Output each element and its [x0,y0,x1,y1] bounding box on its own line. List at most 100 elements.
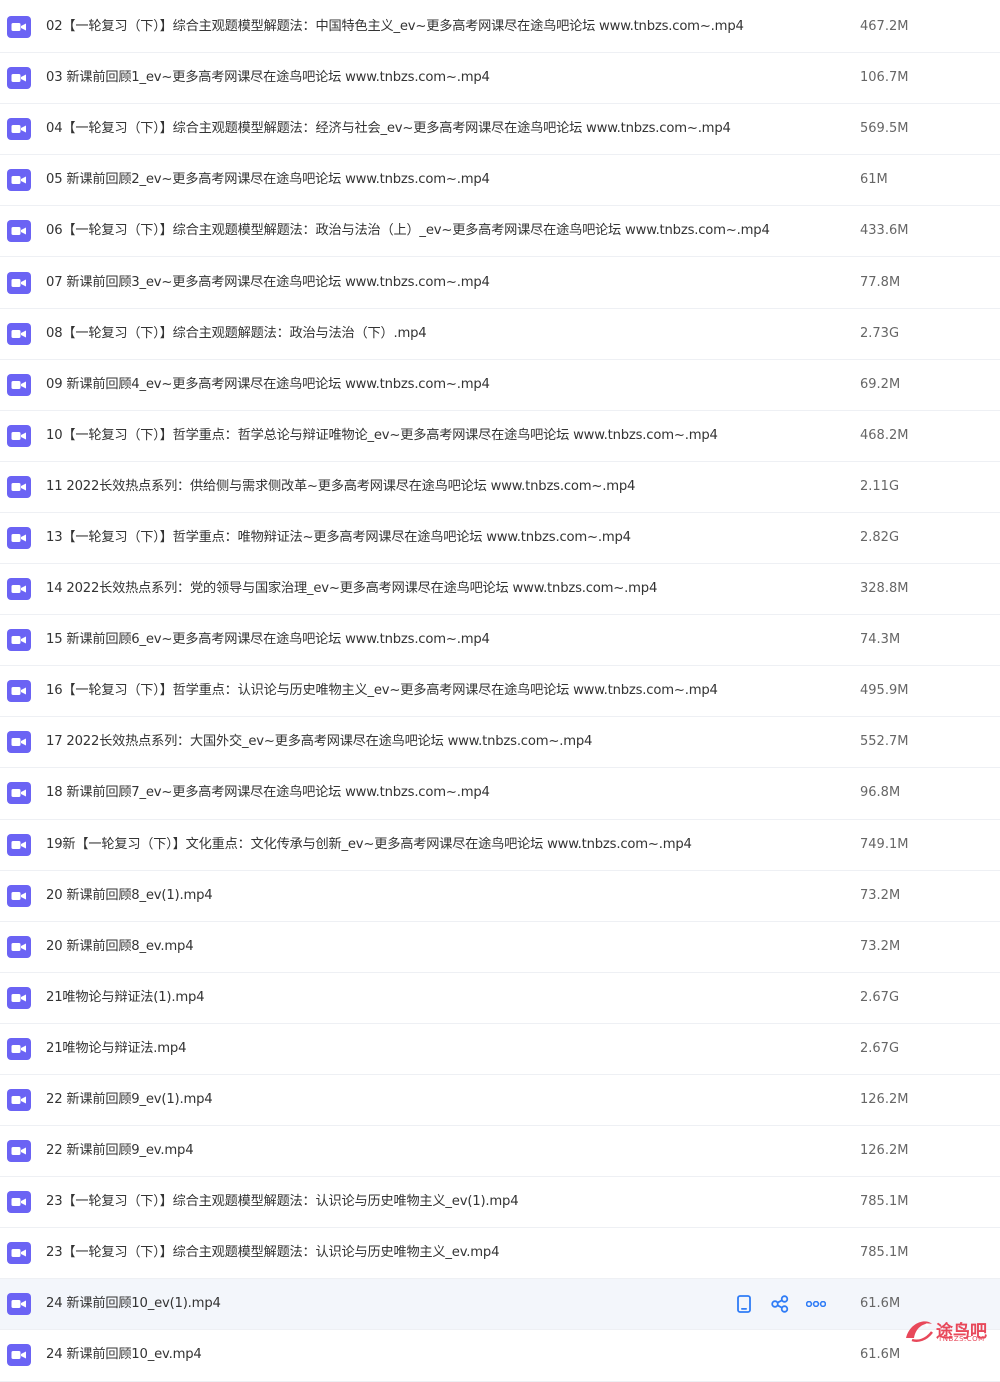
file-size: 96.8M [860,785,901,801]
file-name[interactable]: 13【一轮复习（下）】哲学重点：唯物辩证法~更多高考网课尽在途鸟吧论坛 www.… [46,530,631,546]
video-file-icon [7,833,31,856]
video-file-icon [7,475,31,498]
file-row[interactable]: 15 新课前回顾6_ev~更多高考网课尽在途鸟吧论坛 www.tnbzs.com… [0,615,1000,667]
file-size: 106.7M [860,70,909,86]
file-name[interactable]: 08【一轮复习（下）】综合主观题解题法：政治与法治（下）.mp4 [46,326,427,342]
file-size: 569.5M [860,121,909,137]
file-row[interactable]: 24 新课前回顾10_ev.mp4 61.6M [0,1330,1000,1382]
file-row[interactable]: 22 新课前回顾9_ev(1).mp4 126.2M [0,1074,1000,1127]
file-row[interactable]: 03 新课前回顾1_ev~更多高考网课尽在途鸟吧论坛 www.tnbzs.com… [0,53,1000,105]
more-icon[interactable] [805,1294,827,1314]
file-name[interactable]: 11 2022长效热点系列：供给侧与需求侧改革~更多高考网课尽在途鸟吧论坛 ww… [46,479,635,495]
file-name[interactable]: 23【一轮复习（下）】综合主观题模型解题法：认识论与历史唯物主义_ev.mp4 [46,1245,499,1261]
file-name[interactable]: 06【一轮复习（下）】综合主观题模型解题法：政治与法治（上）_ev~更多高考网课… [46,223,770,239]
file-size: 785.1M [860,1245,909,1261]
file-row[interactable]: 20 新课前回顾8_ev(1).mp4 73.2M [0,870,1000,922]
file-list: 02【一轮复习（下）】综合主观题模型解题法：中国特色主义_ev~更多高考网课尽在… [0,2,1000,1382]
video-file-icon [7,16,31,39]
file-row[interactable]: 20 新课前回顾8_ev.mp4 73.2M [0,921,1000,973]
file-name[interactable]: 07 新课前回顾3_ev~更多高考网课尽在途鸟吧论坛 www.tnbzs.com… [46,275,490,291]
file-size: 77.8M [860,274,901,290]
file-size: 433.6M [860,223,909,239]
file-row[interactable]: 23【一轮复习（下）】综合主观题模型解题法：认识论与历史唯物主义_ev(1).m… [0,1177,1000,1229]
file-row[interactable]: 06【一轮复习（下）】综合主观题模型解题法：政治与法治（上）_ev~更多高考网课… [0,206,1000,258]
file-name[interactable]: 05 新课前回顾2_ev~更多高考网课尽在途鸟吧论坛 www.tnbzs.com… [46,172,490,188]
file-name[interactable]: 22 新课前回顾9_ev(1).mp4 [46,1092,213,1108]
file-row[interactable]: 21唯物论与辩证法.mp4 2.67G [0,1023,1000,1075]
file-name[interactable]: 15 新课前回顾6_ev~更多高考网课尽在途鸟吧论坛 www.tnbzs.com… [46,632,490,648]
file-size: 126.2M [860,1092,909,1108]
file-name[interactable]: 04【一轮复习（下）】综合主观题模型解题法：经济与社会_ev~更多高考网课尽在途… [46,121,731,137]
file-name[interactable]: 20 新课前回顾8_ev.mp4 [46,939,194,955]
file-name[interactable]: 21唯物论与辩证法.mp4 [46,1041,186,1057]
file-size: 73.2M [860,938,901,954]
video-file-icon [7,680,31,703]
file-name[interactable]: 20 新课前回顾8_ev(1).mp4 [46,888,213,904]
file-row[interactable]: 11 2022长效热点系列：供给侧与需求侧改革~更多高考网课尽在途鸟吧论坛 ww… [0,461,1000,513]
file-size: 2.82G [860,529,900,545]
video-file-icon [7,424,31,447]
file-name[interactable]: 03 新课前回顾1_ev~更多高考网课尽在途鸟吧论坛 www.tnbzs.com… [46,70,490,86]
file-row[interactable]: 09 新课前回顾4_ev~更多高考网课尽在途鸟吧论坛 www.tnbzs.com… [0,359,1000,411]
video-file-icon [7,578,31,601]
row-actions [733,1294,841,1314]
file-size: 61M [860,172,888,188]
file-size: 73.2M [860,887,901,903]
file-name[interactable]: 16【一轮复习（下）】哲学重点：认识论与历史唯物主义_ev~更多高考网课尽在途鸟… [46,683,718,699]
file-size: 2.67G [860,989,900,1005]
file-size: 2.11G [860,478,900,494]
file-row[interactable]: 23【一轮复习（下）】综合主观题模型解题法：认识论与历史唯物主义_ev.mp4 7… [0,1228,1000,1280]
video-file-icon [7,782,31,805]
file-size: 328.8M [860,581,909,597]
file-row[interactable]: 17 2022长效热点系列：大国外交_ev~更多高考网课尽在途鸟吧论坛 www.… [0,717,1000,769]
file-size: 2.67G [860,1040,900,1056]
file-size: 69.2M [860,376,901,392]
file-size: 74.3M [860,632,901,648]
file-name[interactable]: 17 2022长效热点系列：大国外交_ev~更多高考网课尽在途鸟吧论坛 www.… [46,734,592,750]
phone-icon[interactable] [733,1294,755,1314]
file-row[interactable]: 02【一轮复习（下）】综合主观题模型解题法：中国特色主义_ev~更多高考网课尽在… [0,2,1000,54]
file-row[interactable]: 22 新课前回顾9_ev.mp4 126.2M [0,1126,1000,1178]
file-row[interactable]: 08【一轮复习（下）】综合主观题解题法：政治与法治（下）.mp4 2.73G [0,308,1000,360]
file-size: 2.73G [860,325,900,341]
file-row[interactable]: 04【一轮复习（下）】综合主观题模型解题法：经济与社会_ev~更多高考网课尽在途… [0,104,1000,156]
file-name[interactable]: 21唯物论与辩证法(1).mp4 [46,990,205,1006]
video-file-icon [7,169,31,192]
watermark: 途鸟吧 TNBZS.COM [902,1316,994,1346]
video-file-icon [7,526,31,549]
file-size: 61.6M [860,1296,901,1312]
file-name[interactable]: 02【一轮复习（下）】综合主观题模型解题法：中国特色主义_ev~更多高考网课尽在… [46,19,744,35]
file-row[interactable]: 07 新课前回顾3_ev~更多高考网课尽在途鸟吧论坛 www.tnbzs.com… [0,257,1000,309]
file-row[interactable]: 24 新课前回顾10_ev(1).mp4 61.6M [0,1279,1000,1331]
file-size: 495.9M [860,683,909,699]
file-row[interactable]: 13【一轮复习（下）】哲学重点：唯物辩证法~更多高考网课尽在途鸟吧论坛 www.… [0,512,1000,565]
file-name[interactable]: 14 2022长效热点系列：党的领导与国家治理_ev~更多高考网课尽在途鸟吧论坛… [46,581,657,597]
file-row[interactable]: 05 新课前回顾2_ev~更多高考网课尽在途鸟吧论坛 www.tnbzs.com… [0,155,1000,207]
video-file-icon [7,373,31,396]
file-name[interactable]: 10【一轮复习（下）】哲学重点：哲学总论与辩证唯物论_ev~更多高考网课尽在途鸟… [46,428,718,444]
video-file-icon [7,1344,31,1367]
file-name[interactable]: 23【一轮复习（下）】综合主观题模型解题法：认识论与历史唯物主义_ev(1).m… [46,1194,519,1210]
video-file-icon [7,322,31,345]
file-row[interactable]: 14 2022长效热点系列：党的领导与国家治理_ev~更多高考网课尽在途鸟吧论坛… [0,564,1000,616]
video-file-icon [7,731,31,754]
file-row[interactable]: 21唯物论与辩证法(1).mp4 2.67G [0,972,1000,1024]
video-file-icon [7,1140,31,1163]
video-file-icon [7,220,31,243]
file-name[interactable]: 24 新课前回顾10_ev(1).mp4 [46,1296,221,1312]
file-name[interactable]: 22 新课前回顾9_ev.mp4 [46,1143,194,1159]
video-file-icon [7,1293,31,1316]
share-icon[interactable] [769,1294,791,1314]
file-name[interactable]: 19新【一轮复习（下）】文化重点：文化传承与创新_ev~更多高考网课尽在途鸟吧论… [46,837,692,853]
watermark-subtext: TNBZS.COM [938,1335,985,1343]
file-row[interactable]: 16【一轮复习（下）】哲学重点：认识论与历史唯物主义_ev~更多高考网课尽在途鸟… [0,666,1000,718]
file-size: 467.2M [860,19,909,35]
video-file-icon [7,118,31,141]
video-file-icon [7,935,31,958]
file-row[interactable]: 18 新课前回顾7_ev~更多高考网课尽在途鸟吧论坛 www.tnbzs.com… [0,768,1000,820]
video-file-icon [7,271,31,294]
file-row[interactable]: 10【一轮复习（下）】哲学重点：哲学总论与辩证唯物论_ev~更多高考网课尽在途鸟… [0,410,1000,462]
file-name[interactable]: 18 新课前回顾7_ev~更多高考网课尽在途鸟吧论坛 www.tnbzs.com… [46,785,490,801]
file-name[interactable]: 09 新课前回顾4_ev~更多高考网课尽在途鸟吧论坛 www.tnbzs.com… [46,377,490,393]
file-row[interactable]: 19新【一轮复习（下）】文化重点：文化传承与创新_ev~更多高考网课尽在途鸟吧论… [0,819,1000,871]
